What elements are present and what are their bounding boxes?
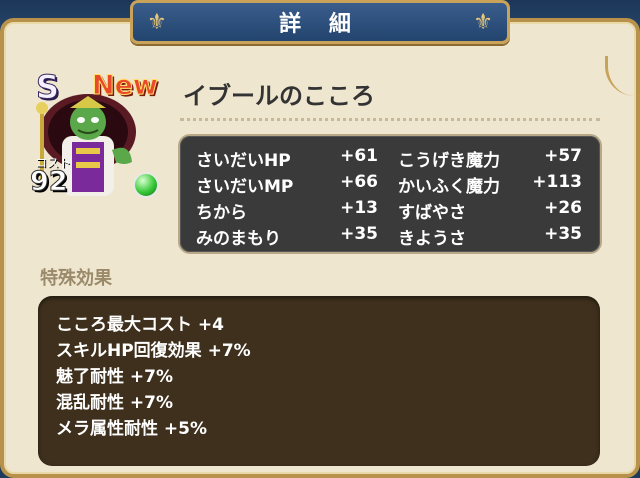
stat-row: きようさ +35 (398, 224, 590, 249)
green-orb-icon (133, 172, 159, 198)
stat-value: +66 (340, 172, 378, 192)
stat-value: +26 (544, 198, 582, 218)
stat-value: +57 (544, 146, 582, 166)
effect-item: スキルHP回復効果 +7% (56, 341, 251, 361)
effect-item: メラ属性耐性 +5% (56, 419, 208, 439)
stat-name: ちから (196, 203, 247, 223)
stat-value: +35 (340, 224, 378, 244)
stat-value: +61 (340, 146, 378, 166)
stat-row: ちから +13 (196, 198, 378, 223)
fleur-icon-left: ⚜ (147, 10, 167, 35)
stats-box: さいだいHP +61 こうげき魔力 +57 さいだいMP +66 かいふく魔力 … (180, 136, 600, 252)
stat-name: きようさ (398, 229, 466, 249)
stat-row: みのまもり +35 (196, 224, 378, 249)
stat-name: かいふく魔力 (398, 177, 500, 197)
page-title: 詳 細 (279, 12, 361, 37)
stat-row: すばやさ +26 (398, 198, 590, 223)
stat-row: さいだいMP +66 (196, 172, 378, 197)
special-effects-box: こころ最大コスト +4 スキルHP回復効果 +7% 魅了耐性 +7% 混乱耐性 … (38, 296, 600, 466)
stat-value: +35 (544, 224, 582, 244)
stat-row: こうげき魔力 +57 (398, 146, 590, 171)
effect-item: こころ最大コスト +4 (56, 315, 224, 335)
stat-row: さいだいHP +61 (196, 146, 378, 171)
divider (180, 118, 600, 121)
frame-corner-decoration (605, 56, 638, 96)
heart-name: イブールのこころ (183, 82, 375, 110)
stat-name: こうげき魔力 (398, 151, 500, 171)
stat-name: みのまもり (196, 229, 281, 249)
special-effects-heading: 特殊効果 (40, 268, 112, 289)
effect-item: 混乱耐性 +7% (56, 393, 174, 413)
stat-row: かいふく魔力 +113 (398, 172, 590, 197)
title-plate: ⚜ 詳 細 ⚜ (130, 0, 510, 44)
cost-value: 92 (30, 166, 69, 198)
stat-name: すばやさ (398, 203, 466, 223)
stat-name: さいだいMP (196, 177, 294, 197)
stat-value: +113 (532, 172, 582, 192)
rank-badge: S (35, 68, 60, 107)
new-badge: New (92, 70, 159, 102)
effect-item: 魅了耐性 +7% (56, 367, 174, 387)
stat-value: +13 (340, 198, 378, 218)
fleur-icon-right: ⚜ (473, 10, 493, 35)
stat-name: さいだいHP (196, 151, 291, 171)
